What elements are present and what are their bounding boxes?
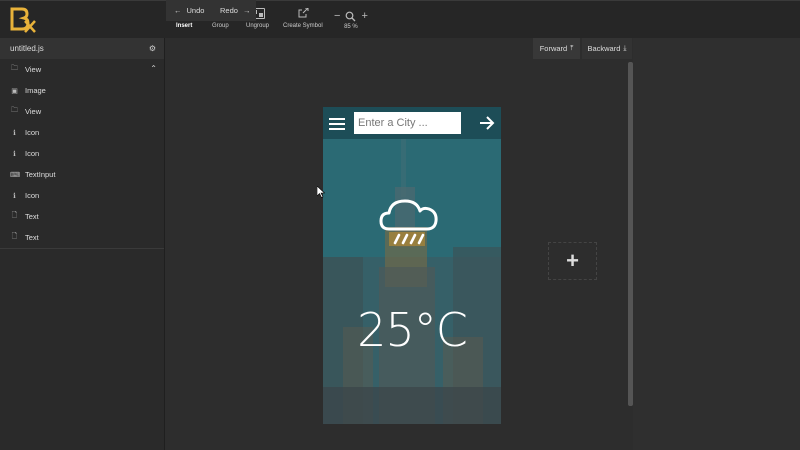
- city-search-input[interactable]: [354, 112, 461, 134]
- create-symbol-button[interactable]: Create Symbol: [283, 7, 323, 29]
- bring-forward-button[interactable]: Forward ⤒: [533, 38, 580, 59]
- magnifier-icon: [346, 11, 356, 21]
- ungroup-label: Ungroup: [246, 23, 270, 29]
- layer-label: Text: [25, 233, 39, 242]
- temperature-text: 25°C: [357, 303, 468, 357]
- add-screen-button[interactable]: +: [548, 242, 597, 280]
- zoom-level: 85 %: [344, 24, 358, 30]
- undo-label: Undo: [186, 6, 205, 15]
- layer-item-icon[interactable]: ℹ Icon: [0, 185, 164, 206]
- layer-label: Text: [25, 212, 39, 221]
- layers-panel: untitled.js ⚙ 🗀 View ⌃ ▣ Image 🗀 View ℹ …: [0, 38, 165, 450]
- layer-label: Icon: [25, 149, 40, 158]
- backward-label: Backward: [587, 44, 621, 53]
- cloud-rain-icon: [379, 199, 438, 245]
- layer-label: Icon: [25, 128, 40, 137]
- canvas-scrollbar[interactable]: [628, 62, 633, 406]
- create-symbol-label: Create Symbol: [283, 23, 323, 29]
- zoom-out-button[interactable]: −: [334, 10, 340, 22]
- layer-item-view[interactable]: 🗀 View ⌃: [0, 59, 164, 80]
- folder-icon: 🗀: [11, 65, 18, 72]
- layer-item-view[interactable]: 🗀 View: [0, 101, 164, 122]
- city-skyline-image: [323, 107, 501, 424]
- layer-label: Image: [25, 86, 46, 95]
- info-icon: ℹ: [13, 150, 16, 158]
- layer-label: Icon: [25, 191, 40, 200]
- divider: [0, 248, 164, 249]
- file-header: untitled.js ⚙: [0, 38, 164, 59]
- layer-label: TextInput: [25, 170, 56, 179]
- layer-item-icon[interactable]: ℹ Icon: [0, 122, 164, 143]
- external-link-icon: [297, 7, 309, 19]
- folder-icon: 🗀: [11, 107, 18, 114]
- layer-label: View: [25, 107, 42, 116]
- arrow-left-icon: ←: [174, 6, 182, 15]
- plus-icon: +: [566, 248, 579, 273]
- chevron-up-icon[interactable]: ⌃: [150, 64, 157, 73]
- mouse-cursor-icon: [317, 186, 325, 198]
- layer-item-text[interactable]: 🗋 Text: [0, 206, 164, 227]
- settings-gear-icon[interactable]: ⚙: [149, 44, 156, 53]
- layer-item-textinput[interactable]: ⌨ TextInput: [0, 164, 164, 185]
- send-backward-button[interactable]: Backward ⤓: [582, 38, 632, 59]
- layer-item-icon[interactable]: ℹ Icon: [0, 143, 164, 164]
- info-icon: ℹ: [13, 129, 16, 137]
- properties-panel: [633, 38, 800, 450]
- phone-preview[interactable]: 25°C: [323, 107, 501, 424]
- layer-item-image[interactable]: ▣ Image: [0, 80, 164, 101]
- keyboard-icon: ⌨: [10, 171, 21, 179]
- file-name: untitled.js: [10, 44, 44, 53]
- group-label: Group: [212, 23, 229, 29]
- arrow-up-icon: ⤒: [570, 44, 574, 52]
- buildx-logo-icon: [10, 7, 36, 33]
- redo-button[interactable]: Redo →: [212, 0, 256, 21]
- zoom-in-button[interactable]: +: [361, 10, 367, 22]
- top-toolbar: Insert Group Ungroup Create Symbol − + 8…: [0, 0, 800, 38]
- app-window: Insert Group Ungroup Create Symbol − + 8…: [0, 0, 800, 450]
- image-icon: ▣: [11, 87, 18, 95]
- layer-item-text[interactable]: 🗋 Text: [0, 227, 164, 248]
- document-icon: 🗋: [11, 212, 18, 219]
- zoom-control: − + 85 %: [334, 9, 368, 30]
- arrow-right-icon[interactable]: [479, 116, 495, 130]
- document-icon: 🗋: [11, 233, 18, 240]
- arrow-right-icon: →: [242, 6, 251, 15]
- insert-label: Insert: [176, 23, 193, 29]
- forward-label: Forward: [539, 44, 568, 53]
- redo-label: Redo: [220, 6, 238, 15]
- arrow-down-icon: ⤓: [623, 44, 627, 52]
- undo-button[interactable]: ← Undo: [166, 0, 212, 21]
- info-icon: ℹ: [13, 192, 16, 200]
- hamburger-menu-icon[interactable]: [329, 118, 345, 130]
- layer-label: View: [25, 65, 42, 74]
